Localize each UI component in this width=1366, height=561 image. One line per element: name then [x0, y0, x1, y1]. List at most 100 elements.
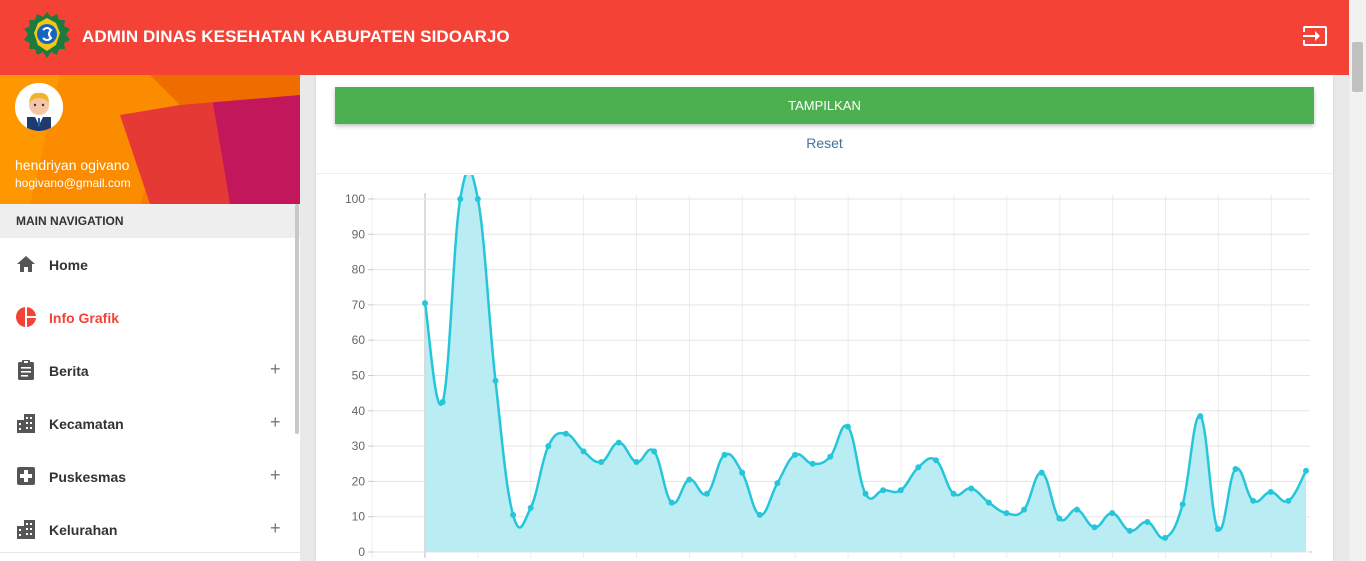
- data-point[interactable]: [1109, 510, 1116, 517]
- sidebar-item-home[interactable]: Home: [0, 238, 300, 291]
- data-point[interactable]: [1073, 506, 1080, 513]
- sidebar-item-kecamatan[interactable]: Kecamatan +: [0, 397, 300, 450]
- data-point[interactable]: [703, 490, 710, 497]
- tampilkan-button[interactable]: TAMPILKAN: [335, 87, 1314, 124]
- data-point[interactable]: [527, 504, 534, 511]
- sidebar-divider: [0, 552, 300, 553]
- sidebar-item-kelurahan[interactable]: Kelurahan +: [0, 503, 300, 556]
- data-point[interactable]: [950, 490, 957, 497]
- clipboard-icon: [18, 360, 34, 380]
- content-card: TAMPILKAN Reset 0 10 20 30 40 50 60 70 80 90 100: [316, 75, 1333, 561]
- data-point[interactable]: [1038, 469, 1045, 476]
- data-point[interactable]: [880, 487, 887, 494]
- logout-icon[interactable]: [1302, 25, 1328, 47]
- expand-icon[interactable]: +: [270, 465, 281, 486]
- y-tick-label: 40: [352, 404, 366, 418]
- data-point[interactable]: [615, 439, 622, 446]
- data-point[interactable]: [545, 443, 552, 450]
- data-point[interactable]: [1091, 524, 1098, 531]
- sidebar-item-puskesmas[interactable]: Puskesmas +: [0, 450, 300, 503]
- data-point[interactable]: [439, 398, 446, 405]
- sidebar-item-label: Kelurahan: [49, 522, 118, 538]
- y-tick-label: 50: [352, 369, 366, 383]
- y-tick-label: 70: [352, 298, 366, 312]
- sidebar-item-label: Kecamatan: [49, 416, 124, 432]
- sidebar-item-label: Home: [49, 257, 88, 273]
- main-navigation-header: MAIN NAVIGATION: [0, 204, 300, 238]
- data-point[interactable]: [1021, 506, 1028, 513]
- building-icon: [17, 520, 35, 539]
- data-point[interactable]: [1056, 515, 1063, 522]
- data-point[interactable]: [985, 499, 992, 506]
- data-point[interactable]: [756, 511, 763, 518]
- data-point[interactable]: [1179, 501, 1186, 508]
- sidebar: hendriyan ogivano hogivano@gmail.com MAI…: [0, 75, 300, 561]
- expand-icon[interactable]: +: [270, 359, 281, 380]
- data-point[interactable]: [774, 480, 781, 487]
- data-point[interactable]: [897, 487, 904, 494]
- data-point[interactable]: [422, 300, 428, 307]
- y-tick-label: 20: [352, 474, 366, 488]
- data-point[interactable]: [827, 453, 834, 460]
- data-point[interactable]: [457, 196, 464, 202]
- sidebar-item-info-grafik[interactable]: Info Grafik: [0, 291, 300, 344]
- home-icon: [17, 256, 35, 272]
- building-icon: [17, 414, 35, 433]
- data-point[interactable]: [739, 469, 746, 476]
- sidebar-item-berita[interactable]: Berita +: [0, 344, 300, 397]
- page-scrollbar-thumb[interactable]: [1352, 42, 1363, 92]
- data-point[interactable]: [1267, 488, 1274, 495]
- y-tick-label: 0: [358, 545, 365, 559]
- user-email: hogivano@gmail.com: [15, 176, 131, 190]
- sidebar-item-label: Berita: [49, 363, 89, 379]
- reset-link[interactable]: Reset: [316, 135, 1333, 151]
- data-point[interactable]: [792, 451, 799, 458]
- data-point[interactable]: [844, 423, 851, 430]
- y-tick-label: 90: [352, 227, 366, 241]
- data-point[interactable]: [809, 460, 816, 467]
- data-point[interactable]: [492, 377, 499, 384]
- data-point[interactable]: [1232, 466, 1239, 473]
- sidebar-menu: Home Info Grafik Berita + Kecamatan + Pu…: [0, 238, 300, 556]
- y-tick-label: 100: [345, 192, 365, 206]
- sidebar-item-label: Info Grafik: [49, 310, 120, 326]
- data-point[interactable]: [1003, 510, 1010, 517]
- data-point[interactable]: [1303, 467, 1309, 474]
- data-point[interactable]: [1214, 526, 1221, 533]
- data-point[interactable]: [562, 430, 569, 437]
- y-tick-label: 10: [352, 510, 366, 524]
- data-point[interactable]: [686, 476, 693, 483]
- data-point[interactable]: [510, 511, 517, 518]
- data-point[interactable]: [668, 499, 675, 506]
- data-point[interactable]: [598, 458, 605, 465]
- data-point[interactable]: [1197, 413, 1204, 420]
- expand-icon[interactable]: +: [270, 518, 281, 539]
- data-point[interactable]: [1144, 518, 1151, 525]
- expand-icon[interactable]: +: [270, 412, 281, 433]
- user-info-panel: hendriyan ogivano hogivano@gmail.com: [0, 75, 300, 204]
- data-point[interactable]: [1162, 534, 1169, 541]
- y-tick-label: 30: [352, 439, 366, 453]
- user-name: hendriyan ogivano: [15, 157, 130, 173]
- info-grafik-chart: 0 10 20 30 40 50 60 70 80 90 100: [345, 175, 1312, 559]
- y-tick-label: 60: [352, 333, 366, 347]
- data-point[interactable]: [915, 464, 922, 471]
- data-point[interactable]: [651, 448, 658, 455]
- avatar[interactable]: [15, 83, 63, 131]
- pie-chart-icon: [16, 307, 36, 327]
- sidebar-item-label: Puskesmas: [49, 469, 127, 485]
- data-point[interactable]: [1285, 497, 1292, 504]
- medical-cross-icon: [17, 467, 35, 485]
- y-tick-label: 80: [352, 263, 366, 277]
- data-point[interactable]: [474, 196, 481, 202]
- data-point[interactable]: [721, 451, 728, 458]
- data-point[interactable]: [932, 457, 939, 464]
- data-point[interactable]: [580, 448, 587, 455]
- data-point[interactable]: [1250, 497, 1257, 504]
- data-point[interactable]: [862, 490, 869, 497]
- card-divider: [316, 173, 1333, 174]
- data-point[interactable]: [1126, 527, 1133, 534]
- sidoarjo-emblem-icon[interactable]: [22, 11, 72, 59]
- data-point[interactable]: [968, 485, 975, 492]
- data-point[interactable]: [633, 458, 640, 465]
